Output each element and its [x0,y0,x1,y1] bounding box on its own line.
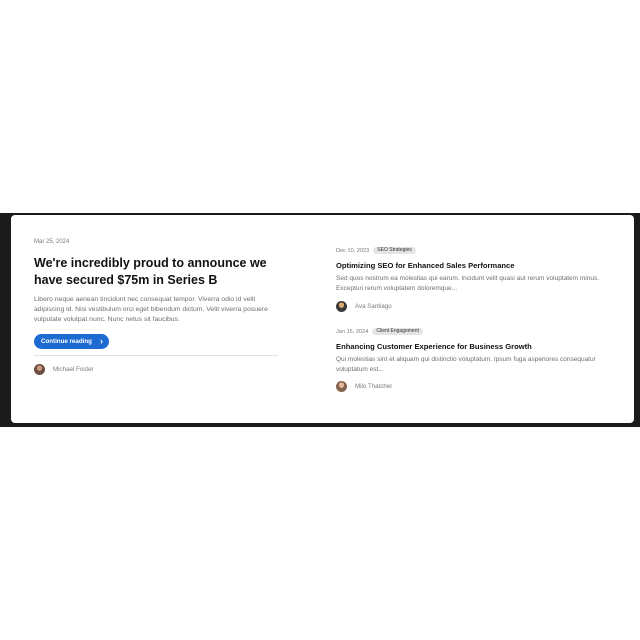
post-meta: Jan 15, 2024 Client Engagement [336,327,606,336]
post-author[interactable]: Ava Santiago [336,301,392,312]
author-name: Michael Foster [53,366,94,373]
author-name: Ava Santiago [355,303,392,310]
post-title[interactable]: Optimizing SEO for Enhanced Sales Perfor… [336,261,606,271]
post-meta: Dec 10, 2023 SEO Strategies [336,246,606,255]
avatar [34,364,45,375]
post-title[interactable]: Enhancing Customer Experience for Busine… [336,342,606,352]
featured-date: Mar 25, 2024 [34,239,70,245]
post-date: Dec 10, 2023 [336,247,370,254]
list-item: Dec 10, 2023 SEO Strategies Optimizing S… [336,246,606,312]
blog-card: Mar 25, 2024 We're incredibly proud to a… [11,215,634,423]
featured-author[interactable]: Michael Foster [34,364,94,375]
post-author[interactable]: Milo Thatcher [336,381,392,392]
post-excerpt: Qui molestias sint et aliquam qui distin… [336,356,596,373]
featured-excerpt: Libero neque aenean tincidunt nec conseq… [34,296,268,323]
avatar [336,301,347,312]
avatar [336,381,347,392]
category-badge[interactable]: SEO Strategies [373,247,416,254]
continue-reading-label: Continue reading [41,338,92,345]
chevron-right-icon: › [100,336,103,346]
author-name: Milo Thatcher [355,383,393,390]
list-item: Jan 15, 2024 Client Engagement Enhancing… [336,327,606,392]
category-badge[interactable]: Client Engagement [372,328,423,335]
featured-title[interactable]: We're incredibly proud to announce we ha… [34,255,279,289]
post-date: Jan 15, 2024 [336,328,369,335]
divider [34,355,278,356]
post-excerpt: Sed quos nostrum ea molestias qui earum.… [336,275,600,292]
continue-reading-button[interactable]: Continue reading › [34,334,109,349]
